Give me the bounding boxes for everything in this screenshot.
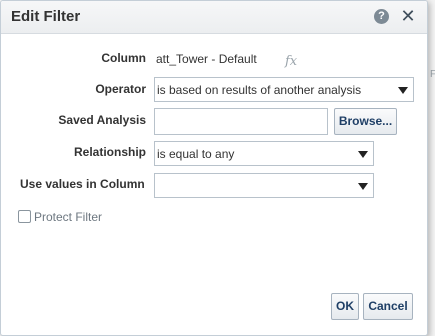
column-label: Column <box>101 51 146 65</box>
dropdown-arrow-icon <box>358 183 368 190</box>
operator-select-value: is based on results of another analysis <box>157 83 362 97</box>
help-icon[interactable]: ? <box>374 9 389 24</box>
ok-button[interactable]: OK <box>331 293 359 320</box>
protect-filter-checkbox[interactable] <box>18 210 31 223</box>
protect-filter-label[interactable]: Protect Filter <box>34 210 102 224</box>
dialog-title: Edit Filter <box>11 8 81 25</box>
use-values-select[interactable] <box>154 173 374 198</box>
dropdown-arrow-icon <box>398 87 408 94</box>
browse-button[interactable]: Browse... <box>334 108 397 135</box>
saved-analysis-label: Saved Analysis <box>58 113 146 127</box>
formula-fx-icon[interactable]: fx <box>285 54 297 69</box>
operator-select[interactable]: is based on results of another analysis <box>154 77 414 102</box>
column-value: att_Tower - Default <box>156 52 257 66</box>
dropdown-arrow-icon <box>358 151 368 158</box>
relationship-select[interactable]: is equal to any <box>154 141 374 166</box>
edit-filter-dialog: Edit Filter ? ✕ Column att_Tower - Defau… <box>0 0 428 336</box>
saved-analysis-input[interactable] <box>154 108 328 135</box>
background-edge-text: F <box>430 69 435 80</box>
dialog-titlebar[interactable]: Edit Filter ? ✕ <box>1 1 427 34</box>
relationship-select-value: is equal to any <box>157 147 235 161</box>
operator-label: Operator <box>95 82 146 96</box>
relationship-label: Relationship <box>73 145 146 159</box>
cancel-button[interactable]: Cancel <box>363 293 413 320</box>
close-icon[interactable]: ✕ <box>400 6 416 26</box>
use-values-label: Use values in Column <box>20 177 145 191</box>
